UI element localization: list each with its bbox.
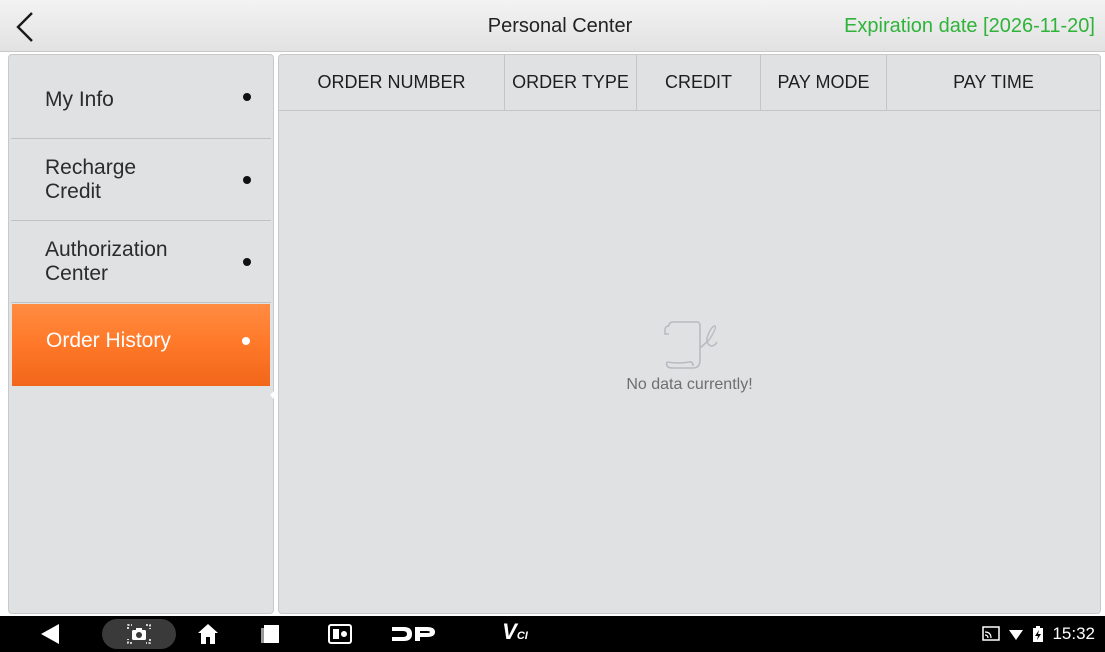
nav-dp-app-button[interactable]: [383, 616, 443, 652]
empty-scroll-icon: [663, 321, 718, 369]
cast-icon: [982, 626, 1001, 641]
nav-vci-app-button[interactable]: VCI: [490, 616, 540, 652]
bullet-dot-icon: [243, 257, 251, 266]
back-triangle-icon: [41, 624, 59, 644]
empty-state: No data currently!: [279, 320, 1100, 394]
empty-state-message: No data currently!: [626, 376, 753, 393]
clock: 15:32: [1052, 624, 1095, 643]
wifi-icon: [1009, 630, 1024, 640]
active-indicator-notch: [270, 389, 276, 401]
battery-icon: [1033, 626, 1044, 642]
vci-app-icon: VCI: [502, 619, 528, 644]
sidebar-item-label: My Info: [45, 87, 114, 111]
expiration-date: Expiration date [2026-11-20]: [844, 14, 1095, 37]
table-header: ORDER NUMBER ORDER TYPE CREDIT PAY MODE …: [279, 55, 1100, 111]
column-header-pay-mode[interactable]: PAY MODE: [761, 55, 887, 110]
content-area: My Info Recharge Credit Authorization Ce…: [0, 52, 1105, 616]
column-header-order-number[interactable]: ORDER NUMBER: [279, 55, 505, 110]
sidebar-item-label: Order History: [46, 329, 171, 352]
home-icon: [198, 624, 218, 644]
nav-app-switch-button[interactable]: [320, 616, 360, 652]
nav-home-button[interactable]: [188, 616, 228, 652]
sidebar-item-label: Authorization Center: [45, 237, 168, 285]
recent-apps-icon: [261, 625, 279, 643]
dp-app-icon: [392, 627, 435, 641]
column-header-pay-time[interactable]: PAY TIME: [887, 55, 1100, 110]
bullet-dot-icon: [243, 175, 251, 184]
bullet-dot-icon: [242, 337, 250, 345]
sidebar-item-authorization-center[interactable]: Authorization Center: [11, 221, 271, 303]
system-nav-bar: VCI 15:32: [0, 616, 1105, 652]
chevron-left-icon: [16, 12, 33, 42]
back-button[interactable]: [14, 9, 54, 45]
status-area: 15:32: [982, 616, 1095, 652]
nav-back-button[interactable]: [30, 616, 70, 652]
nav-recent-apps-button[interactable]: [250, 616, 290, 652]
column-header-credit[interactable]: CREDIT: [637, 55, 761, 110]
app-switch-icon: [328, 624, 352, 644]
sidebar-item-recharge-credit[interactable]: Recharge Credit: [11, 139, 271, 221]
sidebar: My Info Recharge Credit Authorization Ce…: [8, 54, 274, 614]
screenshot-button[interactable]: [102, 619, 176, 649]
top-bar: Personal Center Expiration date [2026-11…: [0, 0, 1105, 52]
bullet-dot-icon: [243, 92, 251, 101]
screenshot-camera-icon: [127, 624, 151, 644]
order-history-panel: ORDER NUMBER ORDER TYPE CREDIT PAY MODE …: [278, 54, 1101, 614]
sidebar-item-my-info[interactable]: My Info: [11, 55, 271, 139]
sidebar-item-order-history[interactable]: Order History: [12, 304, 270, 386]
column-header-order-type[interactable]: ORDER TYPE: [505, 55, 637, 110]
sidebar-item-label: Recharge Credit: [45, 155, 137, 203]
